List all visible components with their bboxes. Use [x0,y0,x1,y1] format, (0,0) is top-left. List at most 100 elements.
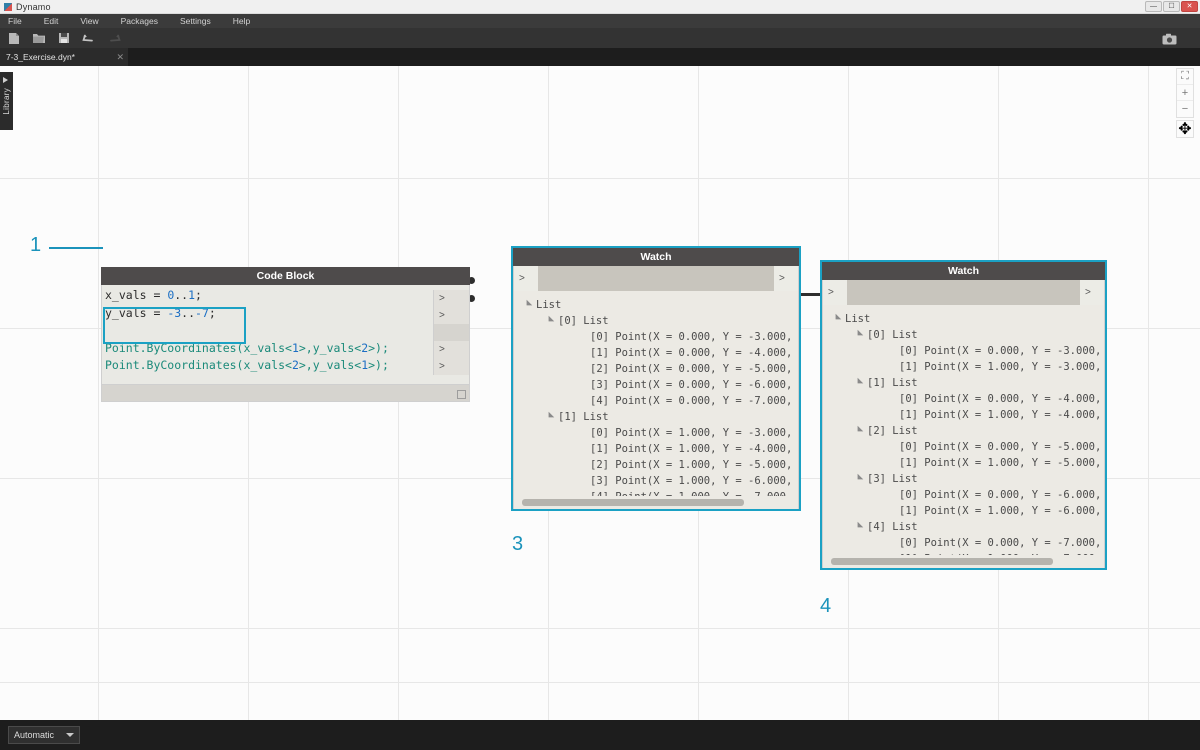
watch-row-text: [1] Point(X = 1.000, Y = -3.000, [899,361,1102,373]
expand-triangle-icon[interactable] [854,425,864,435]
watch-node-2[interactable]: Watch > > List [0] List [0] Point(X = 0.00… [820,260,1107,570]
expand-triangle-icon[interactable] [854,473,864,483]
chevron-down-icon [66,733,74,737]
watch-row: [1] List [823,375,1104,391]
undo-icon[interactable] [81,30,97,46]
watch-2-input-port[interactable]: > [823,280,847,305]
library-panel-label: Library [2,87,11,115]
tab-label: 7-3_Exercise.dyn* [6,52,75,62]
expand-triangle-icon[interactable] [854,377,864,387]
callout-4: 4 [820,595,832,617]
window-controls: — ☐ ✕ [1145,1,1198,12]
zoom-in-button[interactable]: + [1177,85,1193,101]
zoom-out-button[interactable]: − [1177,101,1193,117]
close-button[interactable]: ✕ [1181,1,1198,12]
watch-row: [1] Point(X = 1.000, Y = -4.000, [514,441,798,457]
watch-row-text: [0] List [867,329,918,341]
code-highlight-box [103,307,246,344]
tab-bar: 7-3_Exercise.dyn* ✕ [0,48,1200,66]
code-block-node[interactable]: Code Block x_vals = 0..1; y_vals = -3..-7… [101,267,470,402]
watch-row-text: [0] Point(X = 0.000, Y = -4.000, [899,393,1102,405]
code-block-port-spacer [433,324,469,341]
menu-item-file[interactable]: File [8,16,22,26]
tab-exercise-file[interactable]: 7-3_Exercise.dyn* ✕ [0,48,128,66]
watch-row: [0] Point(X = 0.000, Y = -4.000, [823,391,1104,407]
code-block-body[interactable]: x_vals = 0..1; y_vals = -3..-7; Point.ByC… [101,285,470,402]
watch-row: [0] Point(X = 0.000, Y = -3.000, [514,329,798,345]
watch-2-ports: > > [822,280,1105,305]
watch-row: [3] List [823,471,1104,487]
watch-row-text: [2] Point(X = 0.000, Y = -5.000, [590,363,793,375]
watch-row-text: [0] Point(X = 0.000, Y = -3.000, [899,345,1102,357]
code-line: x_vals = 0..1; [105,288,202,302]
watch-row-text: [3] Point(X = 1.000, Y = -6.000, [590,475,793,487]
menu-item-view[interactable]: View [80,16,98,26]
dynamo-window: Dynamo — ☐ ✕ File Edit View Packages Set… [0,0,1200,750]
minimize-button[interactable]: — [1145,1,1162,12]
pan-navigate-button[interactable]: ✥ [1176,120,1194,138]
menu-bar: File Edit View Packages Settings Help [0,14,1200,28]
watch-2-scrollbar-thumb[interactable] [831,558,1053,565]
watch-row: [2] Point(X = 1.000, Y = -5.000, [514,457,798,473]
new-file-icon[interactable] [6,30,22,46]
tab-close-icon[interactable]: ✕ [116,52,124,63]
dynamo-logo-icon [4,2,12,11]
title-bar: Dynamo — ☐ ✕ [0,0,1200,14]
watch-row-text: [4] List [867,521,918,533]
watch-row-text: [1] Point(X = 0.000, Y = -4.000, [590,347,793,359]
open-file-icon[interactable] [31,30,47,46]
code-line: Point.ByCoordinates(x_vals<2>,y_vals<1>)… [105,358,389,372]
redo-icon[interactable] [106,30,122,46]
watch-row: [2] Point(X = 0.000, Y = -5.000, [514,361,798,377]
resize-handle-icon[interactable] [457,390,466,399]
camera-icon[interactable] [1161,31,1177,47]
expand-triangle-icon[interactable] [545,315,555,325]
watch-row-text: [3] List [867,473,918,485]
menu-item-edit[interactable]: Edit [44,16,59,26]
menu-item-help[interactable]: Help [233,16,250,26]
watch-row-text: [2] Point(X = 1.000, Y = -5.000, [590,459,793,471]
expand-triangle-icon[interactable] [854,329,864,339]
watch-row: [1] Point(X = 1.000, Y = -5.000, [823,455,1104,471]
watch-1-output-port[interactable]: > [774,266,798,291]
watch-row: [0] Point(X = 0.000, Y = -7.000, [823,535,1104,551]
watch-2-scrollbar-track[interactable] [823,555,1104,568]
maximize-button[interactable]: ☐ [1163,1,1180,12]
save-file-icon[interactable] [56,30,72,46]
callout-1-leader-line [49,247,103,249]
watch-1-input-port[interactable]: > [514,266,538,291]
code-block-output-ports: > > > > [433,285,469,402]
watch-1-scrollbar-thumb[interactable] [522,499,744,506]
library-panel-tab[interactable]: Library [0,72,13,130]
code-block-output-port[interactable]: > [433,341,469,358]
zoom-to-fit-button[interactable]: ⛶ [1177,69,1193,85]
watch-row: [0] Point(X = 1.000, Y = -3.000, [514,425,798,441]
expand-triangle-icon[interactable] [854,521,864,531]
watch-row: [1] Point(X = 1.000, Y = -6.000, [823,503,1104,519]
watch-row: [1] Point(X = 0.000, Y = -4.000, [514,345,798,361]
code-block-output-port[interactable]: > [433,358,469,375]
watch-row-text: [0] Point(X = 0.000, Y = -3.000, [590,331,793,343]
toolbar [0,28,1200,48]
canvas-zoom-controls: ⛶ + − [1176,68,1194,118]
watch-1-scrollbar-track[interactable] [514,496,798,509]
watch-2-content[interactable]: List [0] List [0] Point(X = 0.000, Y = -3.… [822,305,1105,568]
expand-triangle-icon[interactable] [832,313,842,323]
menu-item-packages[interactable]: Packages [121,16,158,26]
code-block-output-port[interactable]: > [433,290,469,307]
watch-node-1[interactable]: Watch > > List [0] List [0] Point(X = 0.00… [511,246,801,511]
expand-triangle-icon[interactable] [523,299,533,309]
watch-1-content[interactable]: List [0] List [0] Point(X = 0.000, Y = -3.… [513,291,799,509]
expand-triangle-icon[interactable] [545,411,555,421]
watch-row: [4] Point(X = 0.000, Y = -7.000, [514,393,798,409]
watch-row-text: [0] Point(X = 0.000, Y = -5.000, [899,441,1102,453]
watch-2-output-port[interactable]: > [1080,280,1104,305]
run-mode-dropdown[interactable]: Automatic [8,726,80,744]
graph-canvas[interactable]: ⛶ + − ✥ Code Block x_vals = 0..1; y_vals … [0,66,1200,720]
watch-row: [0] Point(X = 0.000, Y = -3.000, [823,343,1104,359]
watch-row: [1] Point(X = 1.000, Y = -3.000, [823,359,1104,375]
code-block-output-port[interactable]: > [433,307,469,324]
menu-item-settings[interactable]: Settings [180,16,211,26]
watch-row: [0] List [514,313,798,329]
watch-row: [0] Point(X = 0.000, Y = -6.000, [823,487,1104,503]
